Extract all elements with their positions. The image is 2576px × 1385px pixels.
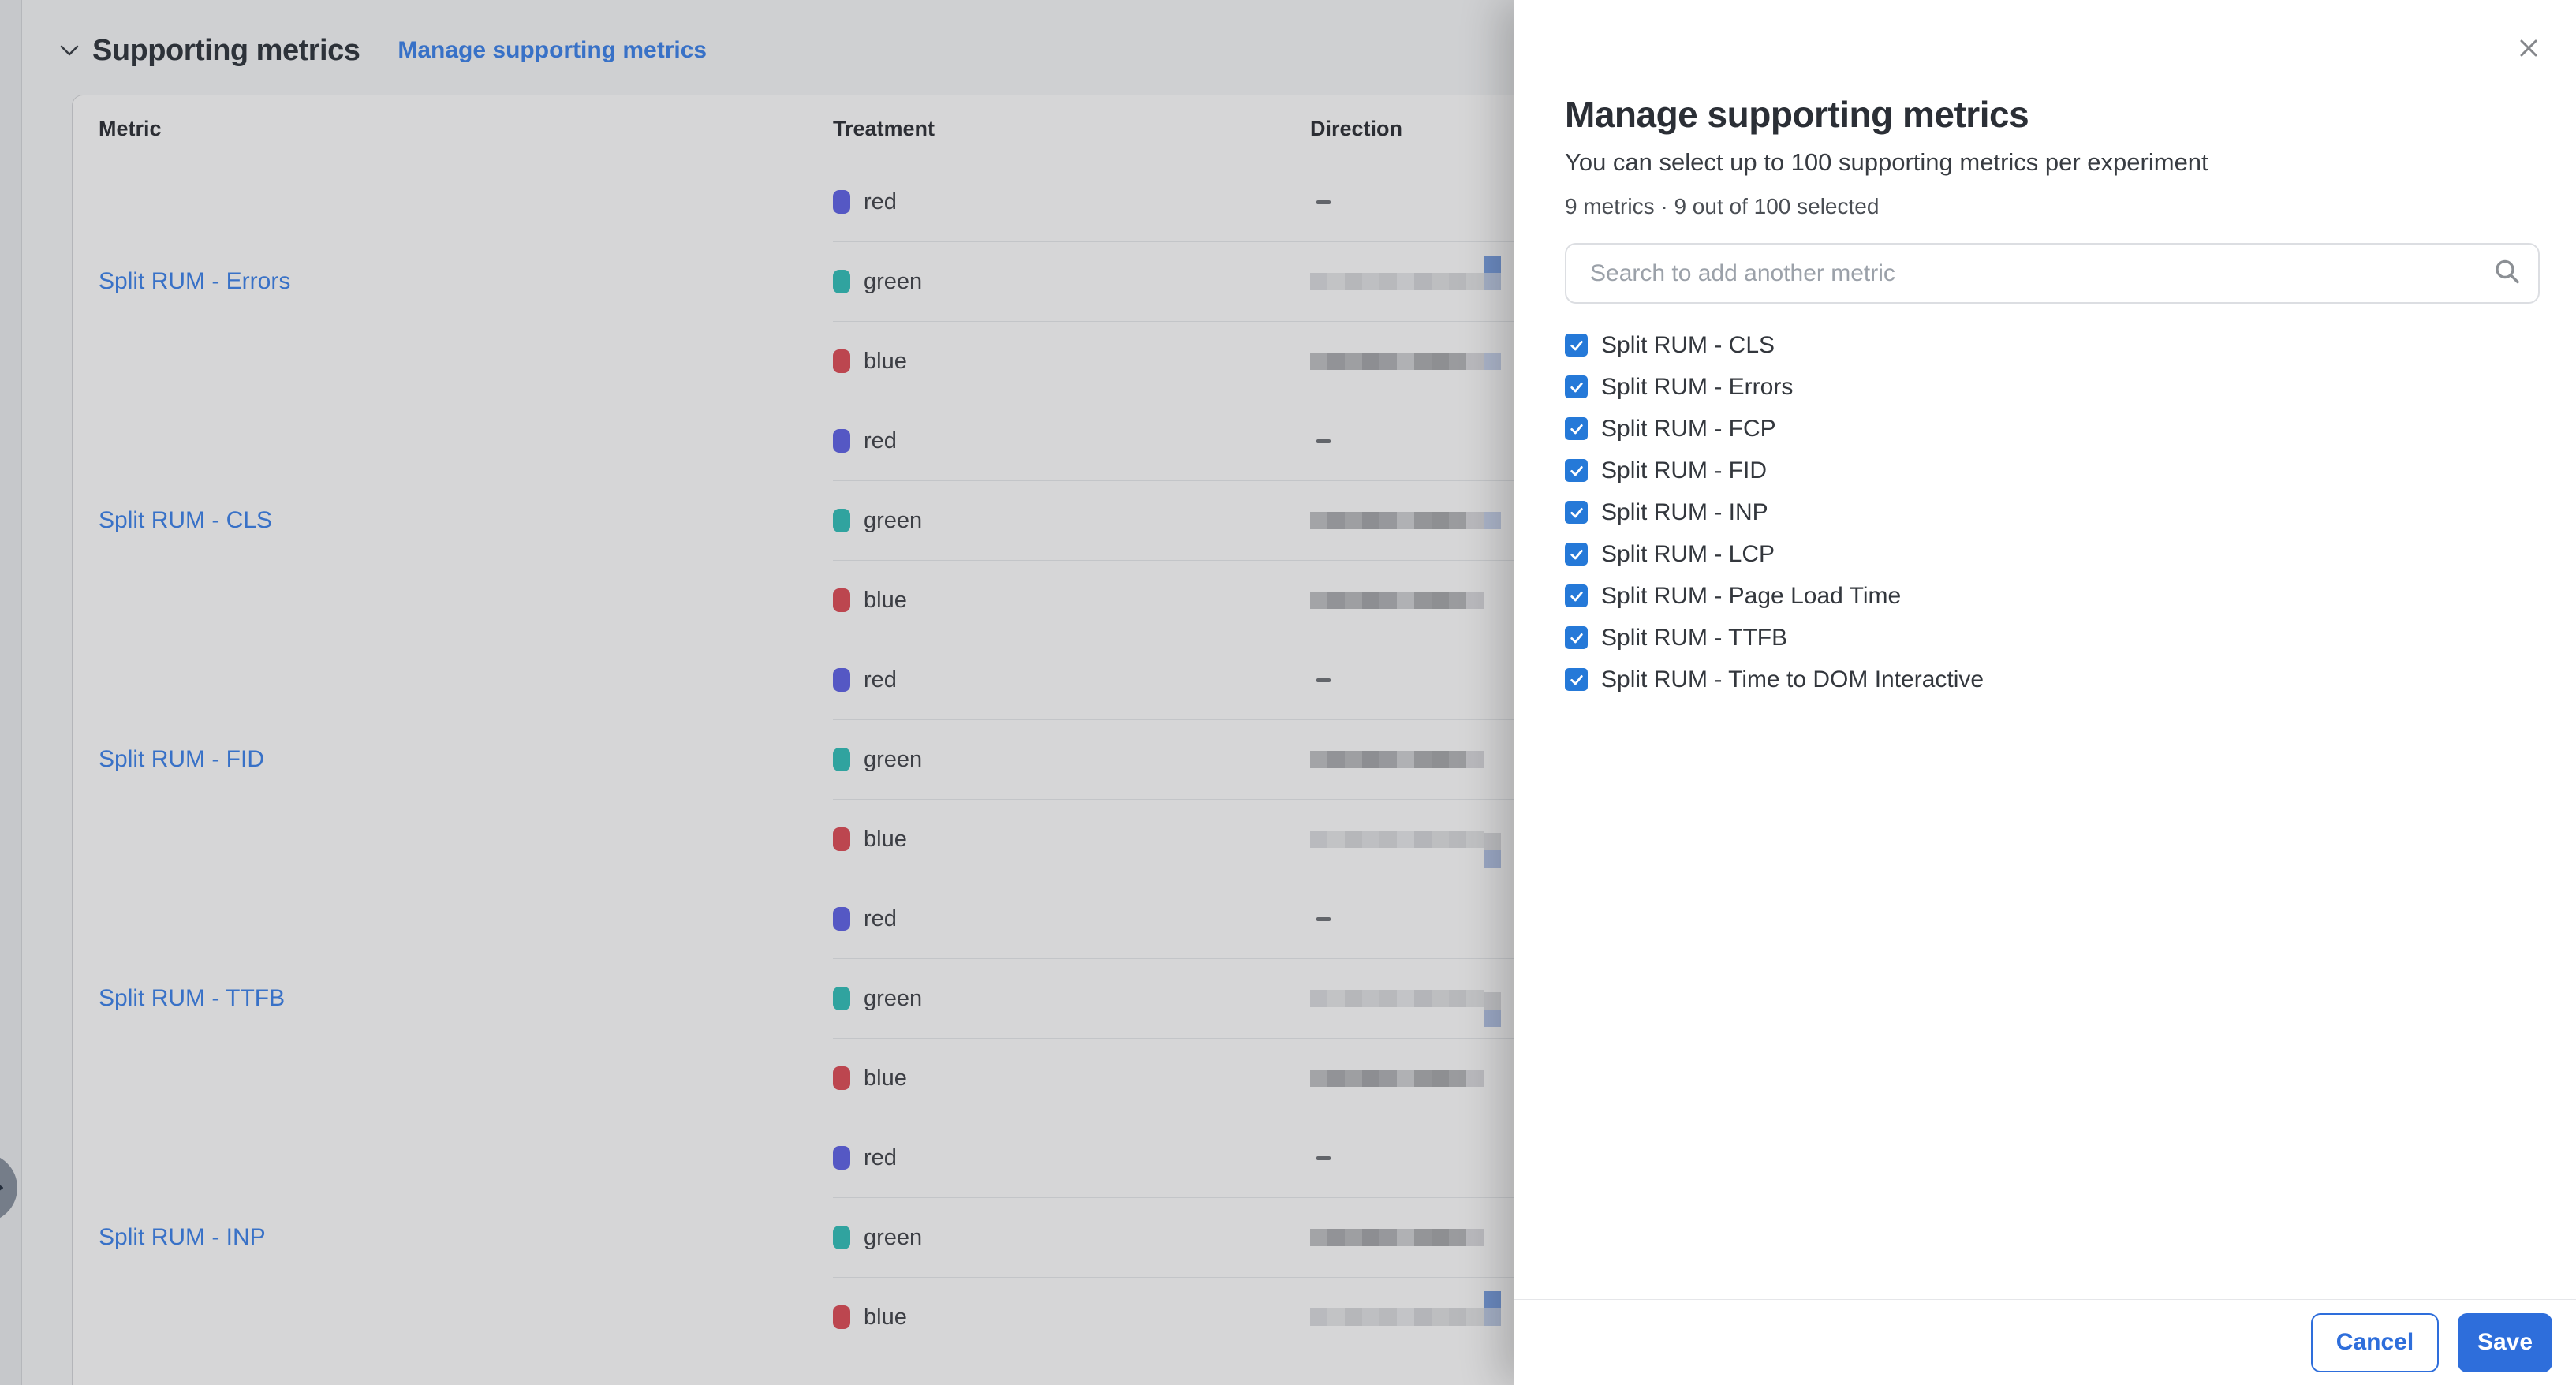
metric-checkbox[interactable] <box>1565 543 1588 566</box>
cancel-button[interactable]: Cancel <box>2311 1313 2439 1372</box>
modal-dim-overlay[interactable] <box>0 0 1514 1385</box>
save-button[interactable]: Save <box>2458 1313 2552 1372</box>
metric-checkbox[interactable] <box>1565 584 1588 607</box>
search-icon <box>2494 258 2521 289</box>
metric-item-label: Split RUM - Page Load Time <box>1601 583 1901 610</box>
metric-item-label: Split RUM - LCP <box>1601 541 1775 568</box>
metric-list-item[interactable]: Split RUM - CLS <box>1565 324 2540 366</box>
metric-item-label: Split RUM - TTFB <box>1601 625 1787 651</box>
metric-list-item[interactable]: Split RUM - INP <box>1565 491 2540 533</box>
metric-list-item[interactable]: Split RUM - FID <box>1565 450 2540 491</box>
metric-list-item[interactable]: Split RUM - Errors <box>1565 366 2540 408</box>
metric-search-input[interactable] <box>1565 243 2540 304</box>
selected-count-text: 9 metrics · 9 out of 100 selected <box>1565 194 2540 219</box>
metric-checkbox[interactable] <box>1565 417 1588 440</box>
drawer-body: Manage supporting metrics You can select… <box>1514 0 2576 1299</box>
metric-checkbox[interactable] <box>1565 375 1588 398</box>
metric-list-item[interactable]: Split RUM - Time to DOM Interactive <box>1565 659 2540 700</box>
metric-checkbox[interactable] <box>1565 459 1588 482</box>
metric-list-item[interactable]: Split RUM - FCP <box>1565 408 2540 450</box>
manage-supporting-metrics-drawer: Manage supporting metrics You can select… <box>1514 0 2576 1385</box>
metric-item-label: Split RUM - Errors <box>1601 374 1793 401</box>
metric-item-label: Split RUM - FID <box>1601 457 1767 484</box>
metric-checkbox[interactable] <box>1565 626 1588 649</box>
drawer-footer: Cancel Save <box>1514 1299 2576 1385</box>
metric-list-item[interactable]: Split RUM - Page Load Time <box>1565 575 2540 617</box>
drawer-title: Manage supporting metrics <box>1565 93 2540 136</box>
drawer-subtitle: You can select up to 100 supporting metr… <box>1565 148 2540 177</box>
metric-search <box>1565 243 2540 304</box>
metric-checkbox-list: Split RUM - CLS Split RUM - Errors Split R… <box>1565 324 2540 700</box>
page: Supporting metrics Manage supporting met… <box>0 0 2576 1385</box>
metric-checkbox[interactable] <box>1565 668 1588 691</box>
metric-item-label: Split RUM - INP <box>1601 499 1768 526</box>
metric-list-item[interactable]: Split RUM - LCP <box>1565 533 2540 575</box>
metric-list-item[interactable]: Split RUM - TTFB <box>1565 617 2540 659</box>
metric-item-label: Split RUM - Time to DOM Interactive <box>1601 666 1984 693</box>
metric-item-label: Split RUM - FCP <box>1601 416 1776 442</box>
metric-checkbox[interactable] <box>1565 501 1588 524</box>
results-pane: Supporting metrics Manage supporting met… <box>0 0 1514 1385</box>
metric-checkbox[interactable] <box>1565 334 1588 357</box>
metric-item-label: Split RUM - CLS <box>1601 332 1775 359</box>
